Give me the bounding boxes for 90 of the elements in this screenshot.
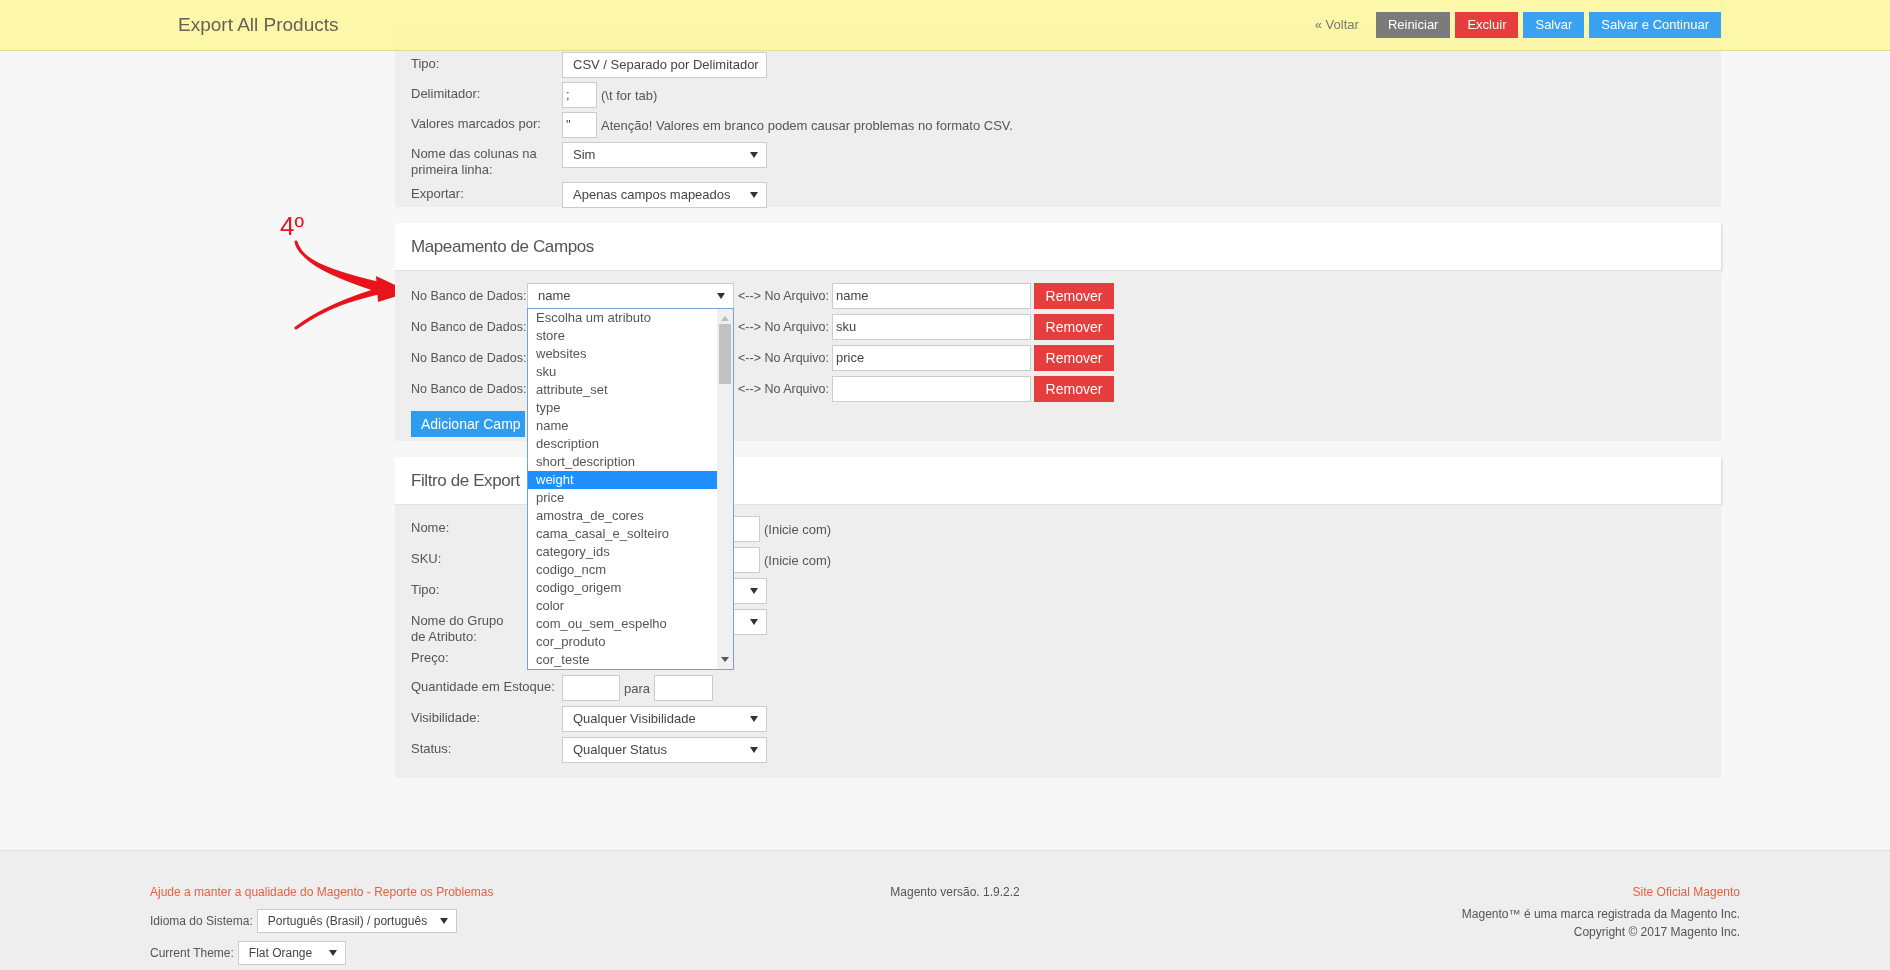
field-label: Nome:: [411, 519, 451, 536]
scroll-up-icon[interactable]: [721, 316, 729, 321]
input-field[interactable]: ;: [562, 82, 597, 108]
caret-icon: [750, 588, 758, 594]
scroll-thumb[interactable]: [719, 324, 731, 384]
select-field[interactable]: Qualquer Visibilidade: [562, 706, 767, 732]
section-title: Filtro de Export: [411, 469, 520, 492]
dropdown-option[interactable]: cor_produto: [528, 633, 717, 651]
field-label: Nome das colunas na primeira linha:: [411, 145, 538, 178]
caret-icon: [750, 619, 758, 625]
select-field[interactable]: CSV / Separado por Delimitador: [562, 52, 767, 78]
field-note: (Inicie com): [763, 552, 832, 570]
field-label: SKU:: [411, 550, 443, 567]
dropdown-option[interactable]: store: [528, 327, 717, 345]
dropdown-option[interactable]: description: [528, 435, 717, 453]
dropdown-option[interactable]: sku: [528, 363, 717, 381]
input-field[interactable]: [654, 675, 714, 701]
select-field[interactable]: Qualquer Status: [562, 737, 767, 763]
field-label: No Banco de Dados:: [411, 318, 527, 336]
remove-button[interactable]: Remover: [1034, 345, 1114, 371]
field-label: Nome do Grupo de Atributo:: [411, 612, 505, 645]
field-label: No Banco de Dados:: [411, 349, 527, 367]
field-label: Idioma do Sistema:: [150, 913, 253, 930]
version-text: Magento versão. 1.9.2.2: [890, 884, 1020, 901]
back-link[interactable]: « Voltar: [1314, 15, 1359, 35]
caret-icon: [750, 747, 758, 753]
field-label: <--> No Arquivo:: [737, 287, 830, 305]
scrollbar[interactable]: [717, 309, 733, 669]
caret-icon: [750, 716, 758, 722]
field-label: Tipo:: [411, 55, 441, 72]
dropdown-option[interactable]: cama_casal_e_solteiro: [528, 525, 717, 543]
select-field[interactable]: Sim: [562, 142, 767, 168]
input-field[interactable]: [562, 675, 620, 701]
input-field[interactable]: sku: [832, 314, 1031, 340]
dropdown-option[interactable]: codigo_ncm: [528, 561, 717, 579]
dropdown-option[interactable]: cor_teste: [528, 651, 717, 669]
dropdown-option[interactable]: com_ou_sem_espelho: [528, 615, 717, 633]
remove-button[interactable]: Remover: [1034, 376, 1114, 402]
dropdown-option[interactable]: codigo_origem: [528, 579, 717, 597]
field-label: No Banco de Dados:: [411, 380, 527, 398]
input-field[interactable]: ": [562, 112, 597, 138]
field-label: Visibilidade:: [411, 709, 482, 726]
field-label: Status:: [411, 740, 453, 757]
caret-icon: [750, 192, 758, 198]
dropdown-option[interactable]: price: [528, 489, 717, 507]
caret-icon: [328, 950, 337, 956]
select-field[interactable]: name: [527, 283, 734, 309]
select-field[interactable]: Flat Orange: [237, 941, 346, 965]
dropdown-option[interactable]: amostra_de_cores: [528, 507, 717, 525]
copyright-text: Copyright © 2017 Magento Inc.: [1573, 924, 1740, 941]
field-label: No Banco de Dados:: [411, 287, 527, 305]
input-field[interactable]: [832, 376, 1031, 402]
dropdown-option[interactable]: attribute_set: [528, 381, 717, 399]
dropdown-option[interactable]: color: [528, 597, 717, 615]
field-note: Atenção! Valores em branco podem causar problemas no formato CSV.: [600, 117, 1013, 135]
dropdown-option[interactable]: websites: [528, 345, 717, 363]
trademark-text: Magento™ é uma marca registrada da Magento Inc.: [1461, 906, 1740, 923]
field-label: Current Theme:: [150, 945, 234, 962]
dropdown-option[interactable]: Escolha um atributo: [528, 309, 717, 327]
section-title: Mapeamento de Campos: [411, 235, 594, 258]
select-field[interactable]: Apenas campos mapeados: [562, 182, 767, 208]
field-label: Tipo:: [411, 581, 441, 598]
remove-button[interactable]: Remover: [1034, 283, 1114, 309]
field-label: Exportar:: [411, 185, 465, 202]
select-field[interactable]: Português (Brasil) / português: [256, 909, 457, 933]
field-label: Valores marcados por:: [411, 115, 542, 132]
field-label: <--> No Arquivo:: [737, 349, 830, 367]
dropdown-option[interactable]: name: [528, 417, 717, 435]
header-button[interactable]: Excluir: [1455, 12, 1519, 38]
page-title: Export All Products: [178, 12, 339, 37]
field-label: para: [623, 680, 652, 698]
field-label: Preço:: [411, 649, 450, 666]
dropdown-option[interactable]: category_ids: [528, 543, 717, 561]
field-label: Quantidade em Estoque:: [411, 678, 556, 695]
annotation-label: 4º: [280, 210, 304, 243]
input-field[interactable]: name: [832, 283, 1031, 309]
input-field[interactable]: price: [832, 345, 1031, 371]
field-label: <--> No Arquivo:: [737, 318, 830, 336]
caret-icon: [750, 152, 758, 158]
field-label: <--> No Arquivo:: [737, 380, 830, 398]
header-button[interactable]: Reiniciar: [1375, 12, 1451, 38]
dropdown-option[interactable]: short_description: [528, 453, 717, 471]
field-note: (\t for tab): [600, 87, 658, 105]
remove-button[interactable]: Remover: [1034, 314, 1114, 340]
field-note: (Inicie com): [763, 521, 832, 539]
caret-icon: [439, 918, 448, 924]
caret-icon: [717, 293, 725, 299]
field-label: Delimitador:: [411, 85, 482, 102]
scroll-down-icon[interactable]: [721, 657, 729, 662]
dropdown-option[interactable]: type: [528, 399, 717, 417]
